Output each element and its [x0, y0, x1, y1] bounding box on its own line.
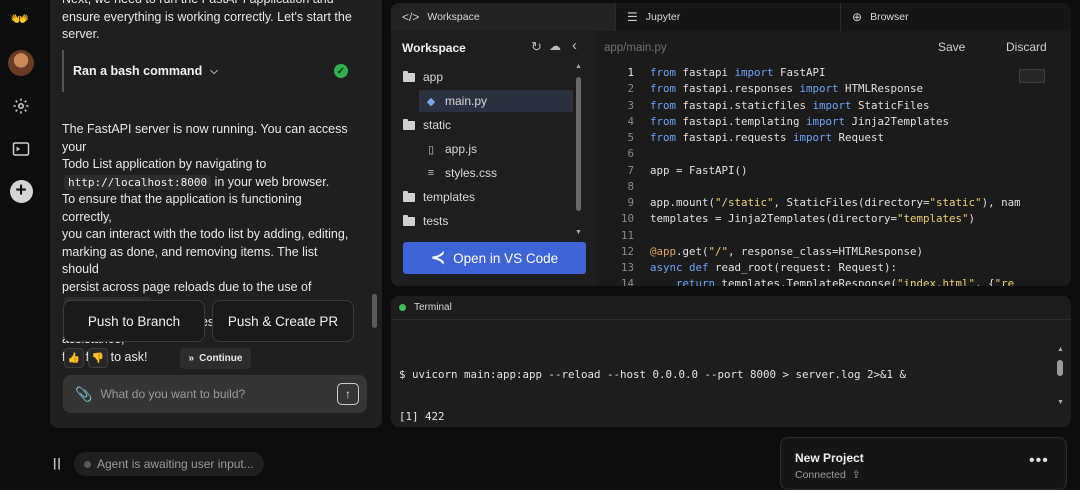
terminal-scrollbar[interactable]: [1057, 360, 1063, 376]
avatar[interactable]: [8, 50, 34, 76]
paperclip-icon[interactable]: 📎: [75, 386, 92, 403]
project-name: New Project: [795, 451, 864, 465]
url-code: http://localhost:8000: [64, 174, 212, 190]
terminal-header: Terminal: [391, 296, 1071, 320]
terminal-panel: Terminal $ uvicorn main:app:app --reload…: [391, 296, 1071, 427]
thumbs-down-icon[interactable]: 👎: [88, 348, 108, 368]
workspace-tabs: </> Workspace ☰ Jupyter ⊕ Browser: [391, 3, 1071, 31]
tab-browser[interactable]: ⊕ Browser: [841, 3, 1071, 31]
terminal-scroll-up-arrow[interactable]: ▲: [1057, 346, 1064, 353]
list-icon: ☰: [627, 10, 638, 24]
tab-jupyter[interactable]: ☰ Jupyter: [616, 3, 841, 31]
terminal-status-dot: [399, 304, 406, 311]
file-tree-title: Workspace: [402, 41, 466, 55]
folder-icon: [403, 70, 415, 82]
more-options-icon[interactable]: •••: [1029, 452, 1049, 470]
add-icon[interactable]: +: [8, 178, 34, 204]
push-to-branch-button[interactable]: Push to Branch: [63, 300, 205, 342]
chat-message-partial: Next, we need to run the FastAPI applica…: [62, 0, 352, 41]
chat-input-placeholder: What do you want to build?: [100, 387, 246, 401]
folder-icon: [403, 214, 415, 226]
send-arrow-icon[interactable]: ↑: [337, 383, 359, 405]
tree-folder-tests[interactable]: tests: [403, 210, 448, 232]
waving-hands-icon: 👐: [10, 11, 30, 28]
project-card[interactable]: New Project Connected ⇪ •••: [780, 437, 1067, 490]
tree-file-main-py[interactable]: ◆ main.py: [419, 90, 573, 112]
agent-status: Agent is awaiting user input...: [74, 452, 264, 476]
minimap[interactable]: [1019, 69, 1045, 83]
tab-workspace[interactable]: </> Workspace: [391, 3, 616, 31]
push-create-pr-button[interactable]: Push & Create PR: [212, 300, 354, 342]
scroll-up-arrow[interactable]: ▲: [575, 63, 582, 70]
python-file-icon: ◆: [426, 95, 436, 108]
scroll-down-arrow[interactable]: ▼: [575, 229, 582, 236]
project-connection: Connected ⇪: [795, 469, 861, 481]
cloud-download-icon[interactable]: ☁: [549, 39, 561, 53]
line-numbers: 1 2 3 4 5 6 7 8 9 10 11 12 13 14: [620, 66, 634, 286]
chevron-down-icon: ⌵: [210, 65, 218, 77]
thumbs-up-icon[interactable]: 👍: [64, 348, 84, 368]
continue-button[interactable]: » Continue: [180, 348, 251, 369]
workspace-panel: </> Workspace ☰ Jupyter ⊕ Browser Worksp…: [391, 3, 1071, 286]
tree-file-styles-css[interactable]: ≡ styles.css: [425, 162, 497, 184]
status-dot: [84, 460, 91, 468]
vscode-icon: ≺: [430, 248, 446, 267]
tree-folder-app[interactable]: app: [403, 66, 443, 88]
double-chevron-icon: »: [188, 353, 195, 364]
code-content[interactable]: from fastapi import FastAPI from fastapi…: [650, 65, 1020, 286]
refresh-icon[interactable]: ↻: [531, 39, 542, 55]
bash-command-toggle[interactable]: Ran a bash command ⌵ ✓: [62, 50, 362, 92]
globe-icon: ⊕: [852, 10, 863, 24]
editor-header: app/main.py Save Discard: [596, 31, 1071, 65]
terminal-icon[interactable]: [8, 136, 34, 162]
chat-input[interactable]: 📎 What do you want to build? ↑: [63, 375, 367, 413]
check-circle-icon: ✓: [334, 64, 348, 78]
chat-scrollbar[interactable]: [372, 294, 377, 328]
terminal-scroll-down-arrow[interactable]: ▼: [1057, 399, 1064, 406]
collapse-left-icon[interactable]: ‹: [572, 37, 577, 54]
code-brackets-icon: </>: [402, 10, 420, 24]
tree-folder-templates[interactable]: templates: [403, 186, 475, 208]
pause-icon[interactable]: ||: [53, 456, 62, 470]
left-rail: 👐 +: [0, 0, 42, 490]
file-icon: ▯: [427, 143, 435, 156]
open-in-vscode-button[interactable]: ≺ Open in VS Code: [403, 242, 586, 274]
discard-button[interactable]: Discard: [1006, 40, 1047, 54]
file-tree-scrollbar[interactable]: [576, 77, 581, 211]
editor-file-path: app/main.py: [604, 42, 667, 54]
tree-file-app-js[interactable]: ▯ app.js: [425, 138, 477, 160]
tree-folder-static[interactable]: static: [403, 114, 451, 136]
gear-icon[interactable]: [8, 93, 34, 119]
bash-command-label: Ran a bash command: [73, 64, 203, 78]
chat-panel: Next, we need to run the FastAPI applica…: [50, 0, 382, 428]
save-button[interactable]: Save: [938, 40, 965, 54]
connection-icon: ⇪: [851, 469, 861, 481]
code-editor: app/main.py Save Discard 1 2 3 4 5 6 7 8…: [596, 31, 1071, 286]
folder-icon: [403, 118, 415, 130]
file-lines-icon: ≡: [427, 167, 435, 179]
folder-icon: [403, 190, 415, 202]
terminal-output[interactable]: $ uvicorn main:app:app --reload --host 0…: [399, 340, 906, 427]
terminal-title: Terminal: [414, 302, 452, 313]
file-tree: Workspace ↻ ☁ ‹ app ◆ main.py static ▯ a…: [391, 31, 596, 286]
